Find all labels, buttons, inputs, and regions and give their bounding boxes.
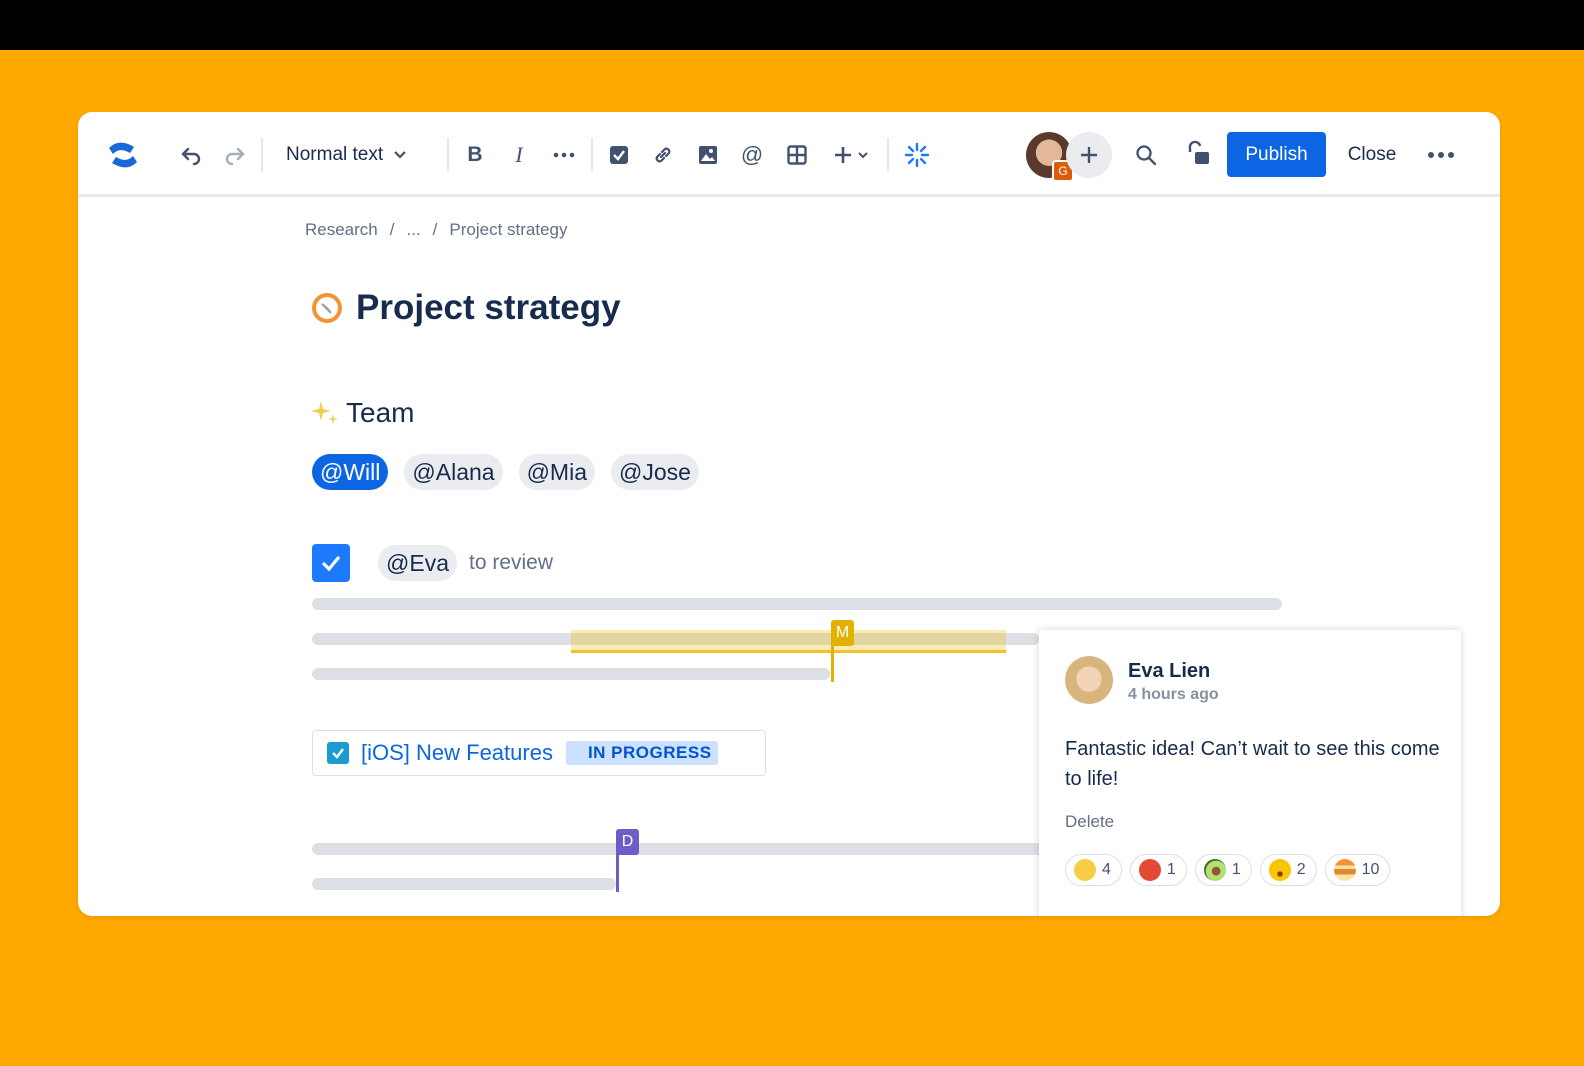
delete-comment-link[interactable]: Delete [1065, 812, 1114, 832]
text-highlight [571, 630, 1006, 653]
breadcrumb-ellipsis[interactable]: ... [407, 220, 421, 240]
link-icon[interactable] [648, 140, 678, 170]
team-heading-row: Team [310, 397, 414, 429]
reaction-count: 4 [1102, 861, 1111, 878]
placeholder-line [312, 843, 1047, 855]
mention-will[interactable]: @Will [312, 454, 389, 490]
more-formatting-icon[interactable] [549, 140, 579, 170]
text-style-dropdown[interactable]: Normal text [286, 136, 407, 174]
reactions: 4 1 1 2 10 [1065, 854, 1445, 886]
reaction-pancakes[interactable]: 10 [1324, 854, 1391, 886]
text-style-label: Normal text [286, 144, 384, 165]
status-badge: IN PROGRESS [565, 741, 718, 765]
toolbar-divider [447, 138, 449, 172]
reaction-clap[interactable]: 4 [1065, 854, 1122, 886]
team-heading[interactable]: Team [346, 397, 414, 429]
chevron-down-icon [394, 151, 406, 159]
inline-comment: Eva Lien 4 hours ago Fantastic idea! Can… [1039, 630, 1461, 916]
chevron-down-icon [858, 152, 868, 159]
top-black-bar [0, 0, 1584, 50]
italic-icon[interactable]: I [504, 140, 534, 170]
add-collaborator-button[interactable] [1066, 132, 1112, 178]
breadcrumb-separator: / [432, 220, 438, 239]
jira-task-icon [327, 742, 349, 764]
toolbar-divider [261, 138, 263, 172]
editor-window: Normal text B I @ G Publish Close Resear… [78, 112, 1500, 916]
redo-icon[interactable] [220, 140, 250, 170]
cursor-flag-m: M [831, 620, 854, 646]
reaction-count: 1 [1166, 861, 1176, 878]
editor-toolbar: Normal text B I @ G Publish Close [78, 112, 1500, 197]
page-title[interactable]: Project strategy [356, 288, 621, 328]
mention-alana[interactable]: @Alana [404, 454, 503, 490]
astonished-face-icon [1268, 859, 1291, 881]
toolbar-divider [591, 138, 593, 172]
compass-icon [312, 293, 342, 323]
image-icon[interactable] [693, 140, 723, 170]
unlocked-icon[interactable] [1182, 138, 1214, 170]
action-item-icon[interactable] [604, 140, 634, 170]
toolbar-divider [887, 138, 889, 172]
ai-sparkle-icon[interactable] [902, 140, 932, 170]
more-options-icon[interactable] [1426, 140, 1456, 170]
mention-eva[interactable]: @Eva [378, 545, 457, 581]
task-checkbox[interactable] [312, 544, 350, 582]
tomato-icon [1138, 859, 1161, 881]
mention-icon[interactable]: @ [737, 140, 767, 170]
reaction-astonished[interactable]: 2 [1259, 854, 1317, 886]
reaction-count: 2 [1296, 861, 1306, 878]
clapping-hands-icon [1074, 859, 1096, 881]
comment-timestamp: 4 hours ago [1128, 686, 1219, 703]
avatar[interactable] [1065, 656, 1113, 704]
jira-issue-card[interactable]: [iOS] New Features IN PROGRESS [312, 730, 766, 776]
breadcrumb: Research / ... / Project strategy [305, 220, 568, 240]
mention-jose[interactable]: @Jose [611, 454, 699, 490]
placeholder-line [312, 598, 1282, 610]
mention-mia[interactable]: @Mia [518, 454, 595, 490]
placeholder-line [312, 878, 616, 890]
cursor-flag-d: D [616, 829, 639, 855]
close-button[interactable]: Close [1334, 132, 1410, 177]
reaction-tomato[interactable]: 1 [1129, 854, 1187, 886]
undo-icon[interactable] [176, 140, 206, 170]
jira-issue-title[interactable]: [iOS] New Features [361, 740, 553, 766]
reaction-count: 1 [1231, 861, 1241, 878]
task-item: @Eva to review [312, 544, 553, 582]
breadcrumb-separator: / [389, 220, 395, 239]
reaction-avocado[interactable]: 1 [1194, 854, 1252, 886]
sparkles-icon [311, 401, 338, 424]
search-icon[interactable] [1131, 140, 1161, 170]
comment-author[interactable]: Eva Lien [1128, 660, 1210, 683]
pancakes-icon [1333, 859, 1356, 881]
plus-icon [1081, 147, 1097, 163]
breadcrumb-research[interactable]: Research [305, 220, 378, 240]
confluence-logo-icon[interactable] [104, 136, 142, 174]
plus-icon [835, 147, 851, 163]
placeholder-line [312, 668, 830, 680]
checkmark-icon [321, 555, 341, 572]
task-text: to review [468, 551, 554, 574]
reaction-count: 10 [1361, 861, 1380, 878]
page-title-row: Project strategy [310, 288, 621, 328]
team-mentions: @Will @Alana @Mia @Jose [312, 454, 699, 490]
breadcrumb-current[interactable]: Project strategy [449, 220, 567, 240]
bold-icon[interactable]: B [460, 140, 490, 170]
avocado-icon [1203, 859, 1226, 881]
insert-menu-button[interactable] [828, 140, 874, 170]
table-icon[interactable] [782, 140, 812, 170]
comment-body: Fantastic idea! Can’t wait to see this c… [1065, 738, 1440, 790]
publish-button[interactable]: Publish [1227, 132, 1326, 177]
